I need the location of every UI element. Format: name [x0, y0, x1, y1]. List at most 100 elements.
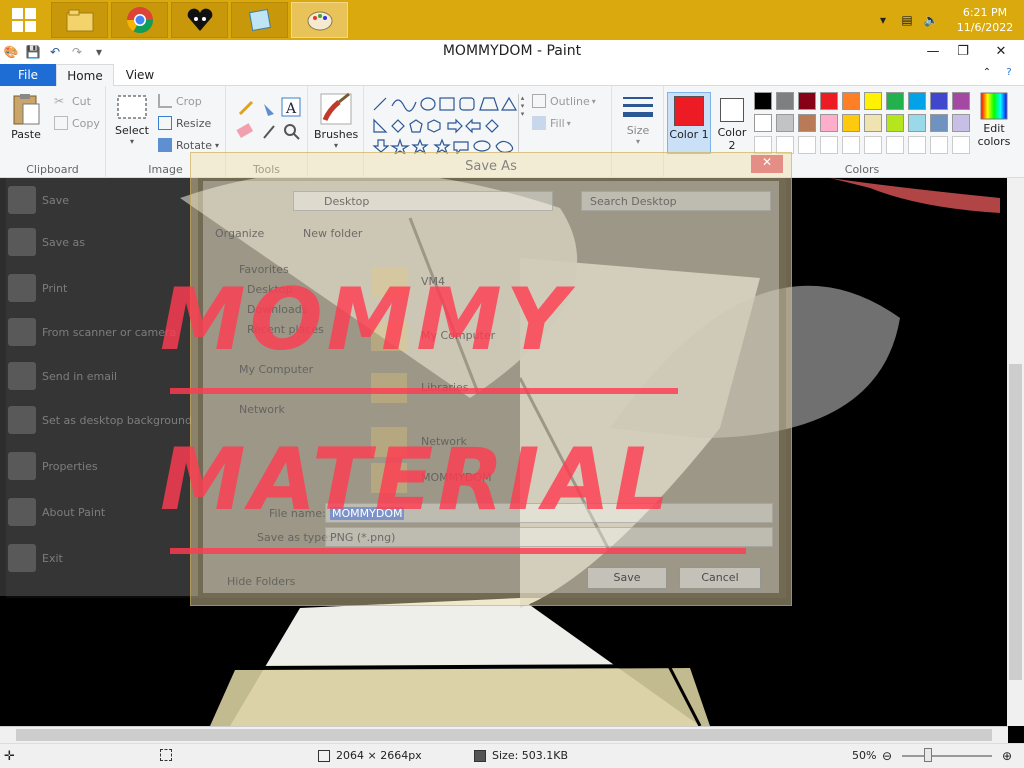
customize-qat-icon[interactable]: ▾ [90, 43, 108, 61]
crop-button[interactable]: Crop [158, 94, 202, 108]
palette-empty-slot[interactable] [798, 136, 816, 154]
palette-empty-slot[interactable] [864, 136, 882, 154]
size-button[interactable]: Size ▾ [618, 94, 658, 146]
save-button[interactable]: Save [587, 567, 667, 589]
help-icon[interactable]: ? [1000, 67, 1018, 83]
tab-file[interactable]: File [0, 64, 56, 86]
brushes-button[interactable]: Brushes ▾ [314, 92, 358, 150]
palette-swatch[interactable] [754, 114, 772, 132]
address-bar[interactable]: Desktop [293, 191, 553, 211]
palette-swatch[interactable] [820, 114, 838, 132]
search-field[interactable]: Search Desktop [581, 191, 771, 211]
cancel-button[interactable]: Cancel [679, 567, 761, 589]
taskbar-app-heart[interactable] [171, 2, 228, 38]
palette-empty-slot[interactable] [886, 136, 904, 154]
nav-item[interactable]: Downloads [247, 303, 307, 316]
palette-swatch[interactable] [842, 114, 860, 132]
vertical-scrollbar[interactable] [1007, 178, 1024, 726]
restore-button[interactable]: ❐ [948, 40, 978, 62]
palette-swatch[interactable] [842, 92, 860, 110]
nav-item[interactable]: Desktop [247, 283, 292, 296]
copy-button[interactable]: Copy [54, 116, 100, 130]
file-menu-item[interactable]: About Paint [0, 490, 198, 534]
palette-swatch[interactable] [930, 114, 948, 132]
zoom-out-button[interactable]: ⊖ [882, 749, 892, 763]
palette-swatch[interactable] [776, 114, 794, 132]
palette-swatch[interactable] [952, 92, 970, 110]
palette-swatch[interactable] [908, 114, 926, 132]
new-folder-button[interactable]: New folder [303, 227, 362, 240]
palette-swatch[interactable] [864, 114, 882, 132]
file-menu-item[interactable]: Send in email [0, 354, 198, 398]
tab-view[interactable]: View [114, 64, 166, 86]
resize-button[interactable]: Resize [158, 116, 211, 130]
palette-swatch[interactable] [754, 92, 772, 110]
chevron-up-icon[interactable]: ▾ [874, 11, 892, 29]
file-menu-item[interactable]: Print [0, 266, 198, 310]
close-button[interactable]: ✕ [978, 40, 1024, 62]
palette-empty-slot[interactable] [820, 136, 838, 154]
file-name-input[interactable]: MOMMYDOM [325, 503, 773, 523]
nav-item[interactable]: Recent places [247, 323, 324, 336]
save-type-select[interactable]: PNG (*.png) [325, 527, 773, 547]
palette-swatch[interactable] [776, 92, 794, 110]
rotate-button[interactable]: Rotate ▾ [158, 138, 219, 152]
vertical-scroll-thumb[interactable] [1009, 364, 1022, 680]
file-item[interactable]: Network [421, 435, 467, 448]
file-menu-item[interactable]: Exit [0, 536, 198, 580]
file-item[interactable]: MOMMYDOM [421, 471, 491, 484]
zoom-in-button[interactable]: ⊕ [1002, 749, 1012, 763]
nav-item[interactable]: My Computer [239, 363, 313, 376]
palette-swatch[interactable] [820, 92, 838, 110]
horizontal-scrollbar[interactable] [0, 726, 1008, 743]
taskbar-paint[interactable] [291, 2, 348, 38]
horizontal-scroll-thumb[interactable] [16, 729, 992, 741]
palette-swatch[interactable] [952, 114, 970, 132]
file-menu-item[interactable]: Set as desktop background [0, 398, 198, 442]
paste-button[interactable]: Paste [6, 92, 46, 141]
minimize-ribbon-icon[interactable]: ⌃ [978, 67, 996, 83]
zoom-slider-thumb[interactable] [924, 748, 932, 762]
palette-swatch[interactable] [798, 114, 816, 132]
select-button[interactable]: Select ▾ [112, 94, 152, 146]
palette-empty-slot[interactable] [908, 136, 926, 154]
clock[interactable]: 6:21 PM 11/6/2022 [946, 5, 1024, 35]
file-menu-item[interactable]: Save as [0, 220, 198, 264]
nav-item[interactable]: Favorites [239, 263, 289, 276]
taskbar-file-explorer[interactable] [51, 2, 108, 38]
save-icon[interactable]: 💾 [24, 43, 42, 61]
minimize-button[interactable]: — [918, 40, 948, 62]
hide-folders-button[interactable]: Hide Folders [227, 575, 295, 588]
taskbar-chrome[interactable] [111, 2, 168, 38]
redo-icon[interactable]: ↷ [68, 43, 86, 61]
dialog-close-button[interactable]: ✕ [751, 155, 783, 173]
nav-item[interactable]: Network [239, 403, 285, 416]
palette-empty-slot[interactable] [842, 136, 860, 154]
cut-button[interactable]: ✂ Cut [54, 94, 91, 108]
organize-button[interactable]: Organize [215, 227, 264, 240]
shapes-scroll[interactable]: ▴ ▾ ▾ [518, 94, 526, 152]
palette-swatch[interactable] [930, 92, 948, 110]
palette-swatch[interactable] [886, 114, 904, 132]
outline-button[interactable]: Outline ▾ [532, 94, 596, 108]
taskbar-app-notes[interactable] [231, 2, 288, 38]
file-item[interactable]: Libraries [421, 381, 469, 394]
undo-icon[interactable]: ↶ [46, 43, 64, 61]
zoom-slider-track[interactable] [902, 755, 992, 757]
color1-button[interactable]: Color 1 [667, 92, 711, 154]
shapes-gallery[interactable] [370, 94, 518, 154]
fill-button[interactable]: Fill ▾ [532, 116, 571, 130]
edit-colors-button[interactable]: Edit colors [974, 92, 1014, 148]
file-item[interactable]: VM4 [421, 275, 445, 288]
palette-empty-slot[interactable] [930, 136, 948, 154]
tab-home[interactable]: Home [56, 64, 114, 87]
volume-icon[interactable]: 🔈 [922, 11, 940, 29]
file-menu-item[interactable]: From scanner or camera [0, 310, 198, 354]
file-menu-item[interactable]: Save [0, 178, 198, 222]
palette-empty-slot[interactable] [952, 136, 970, 154]
palette-swatch[interactable] [886, 92, 904, 110]
palette-swatch[interactable] [908, 92, 926, 110]
network-icon[interactable]: ▤ [898, 11, 916, 29]
palette-swatch[interactable] [864, 92, 882, 110]
file-item[interactable]: My Computer [421, 329, 495, 342]
